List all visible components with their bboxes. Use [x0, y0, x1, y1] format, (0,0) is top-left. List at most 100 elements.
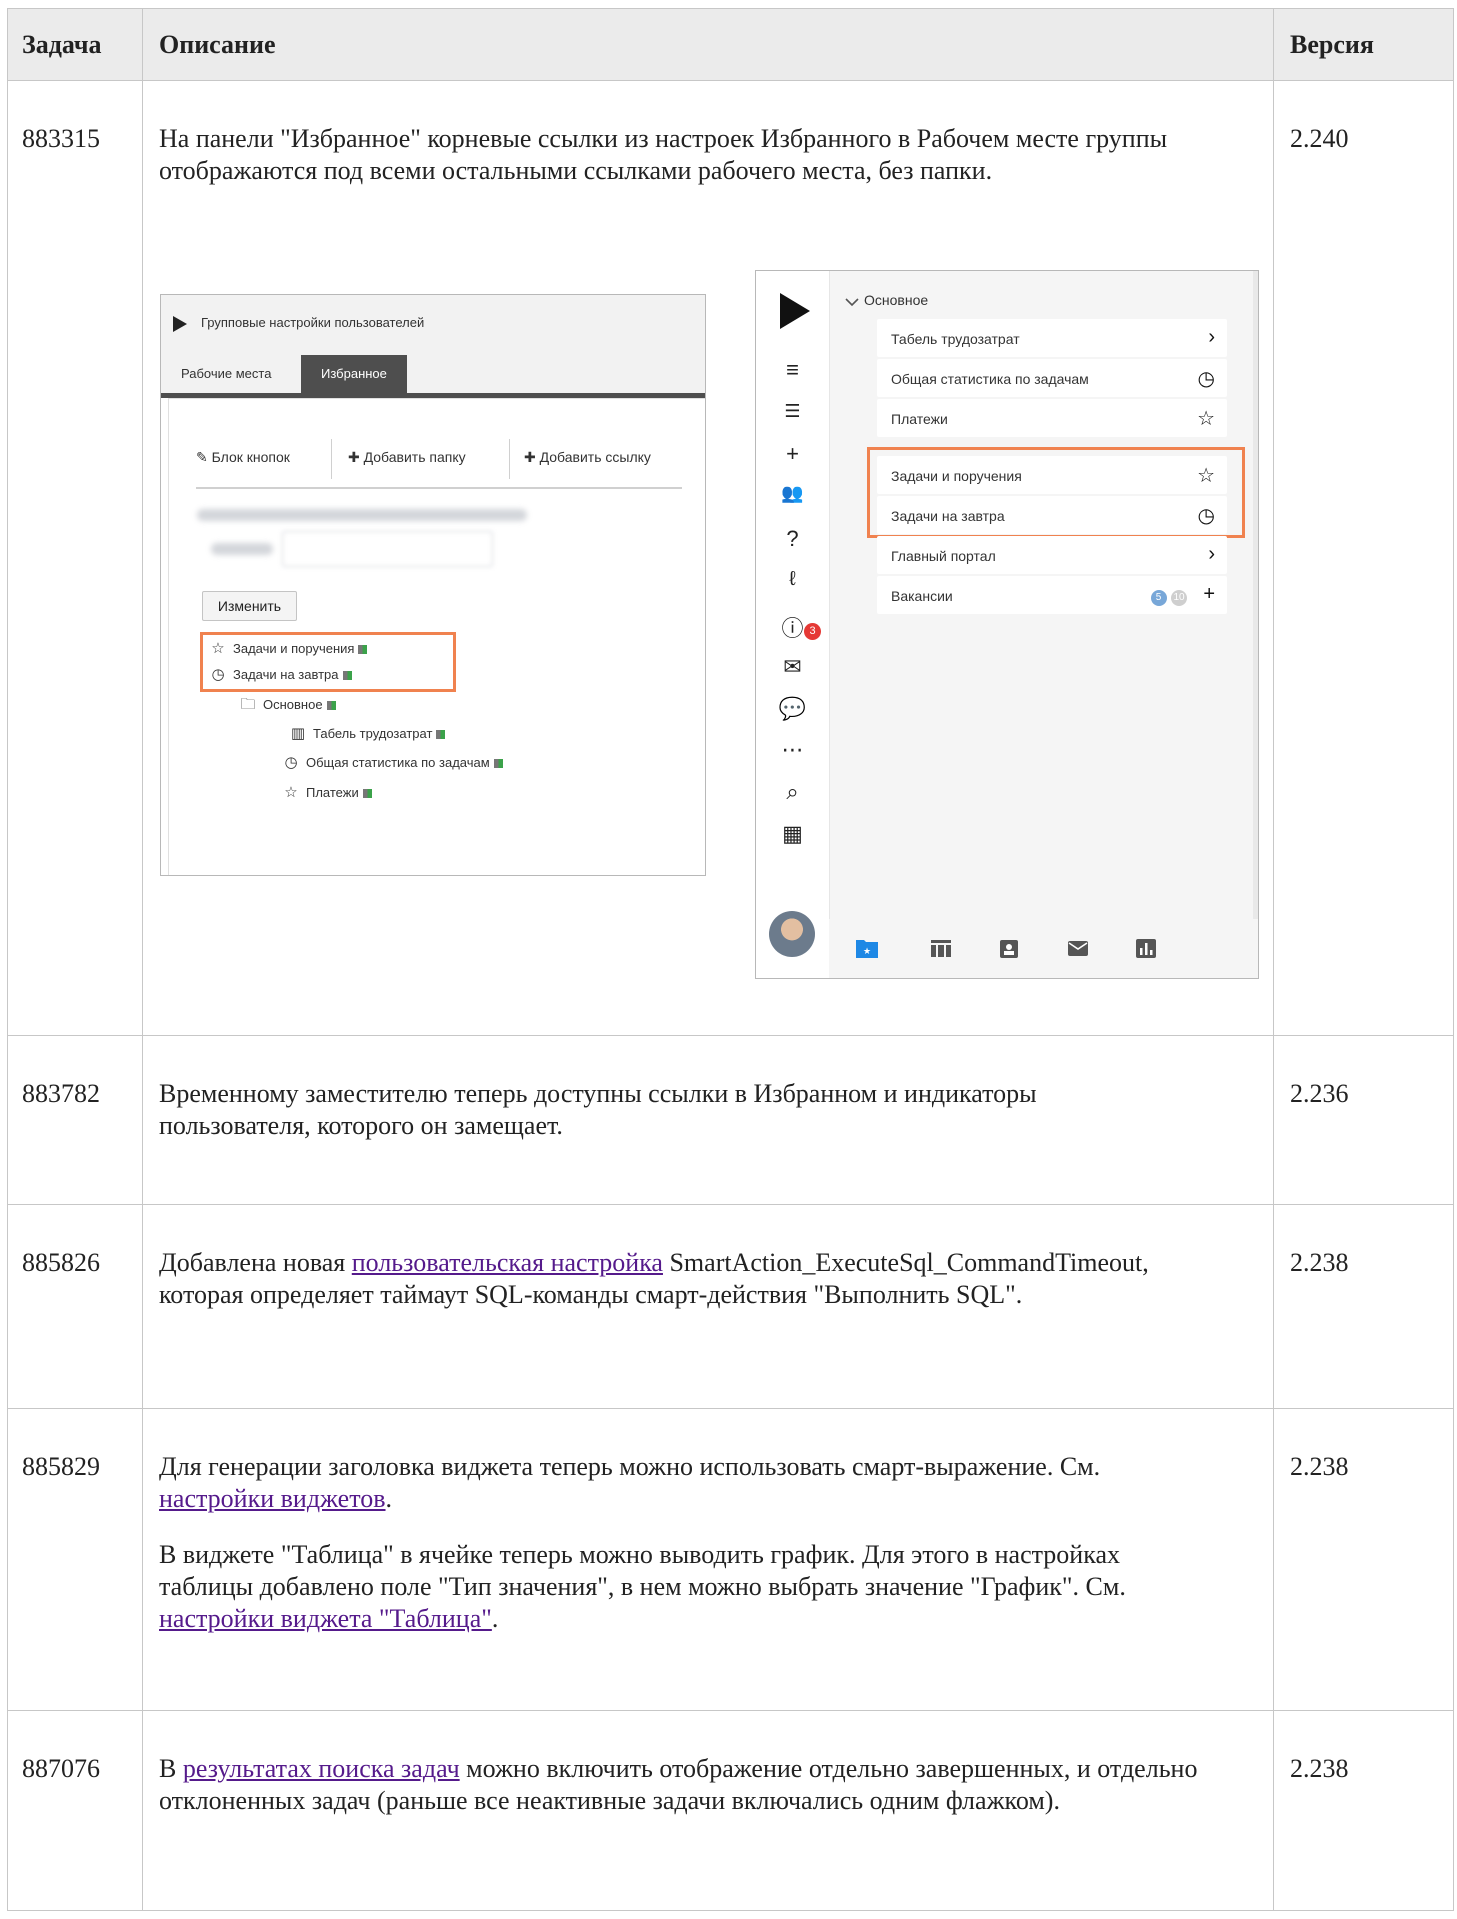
user-setting-link[interactable]: пользовательская настройка [352, 1248, 663, 1277]
mail-icon[interactable]: ✉ [756, 654, 829, 680]
app-logo-icon [780, 293, 810, 329]
table-icon[interactable] [929, 937, 953, 959]
favorite-label: Главный портал [891, 548, 996, 564]
chevron-right-icon: › [1208, 326, 1215, 348]
list-panel-icon[interactable]: ☰ [756, 401, 829, 422]
description-text: Временному заместителю теперь доступны с… [159, 1079, 1037, 1140]
header-row: Задача Описание Версия [7, 8, 1454, 81]
help-icon[interactable]: ? [756, 526, 829, 552]
chart-icon[interactable] [1134, 937, 1158, 959]
menu-icon[interactable]: ≡ [756, 357, 829, 383]
pencil-icon: ✎ [196, 449, 212, 465]
description-cell: Временному заместителю теперь доступны с… [142, 1035, 1274, 1205]
task-id: 885826 [7, 1204, 143, 1409]
table-widget-settings-link[interactable]: настройки виджета "Таблица" [159, 1604, 492, 1633]
tab-favorites[interactable]: Избранное [301, 355, 407, 393]
favorites-folder-icon[interactable]: ★ [855, 937, 879, 959]
description-text: . [385, 1484, 393, 1513]
description-cell: Добавлена новая пользовательская настрой… [142, 1204, 1274, 1409]
mail-icon[interactable] [1066, 937, 1090, 959]
clock-icon: ◷ [284, 754, 298, 771]
favorite-link[interactable]: Вакансии 5 10 + [877, 576, 1227, 614]
clipboard-user-icon[interactable] [997, 937, 1021, 959]
tree-item-label: Основное [263, 697, 323, 712]
plus-icon[interactable]: + [1203, 583, 1215, 606]
table-icon: ▥ [290, 725, 306, 742]
flag-icon [362, 789, 372, 799]
section-title[interactable]: Основное [864, 292, 928, 308]
tab-bar: Рабочие места Избранное [161, 355, 705, 398]
task-id: 883782 [7, 1035, 143, 1205]
header-description: Описание [142, 8, 1274, 81]
counter-badge: 10 [1171, 590, 1187, 606]
highlight-frame [867, 447, 1245, 538]
tree-item-label: Табель трудозатрат [313, 726, 433, 741]
avatar[interactable] [769, 911, 815, 957]
version-cell: 2.238 [1273, 1710, 1454, 1911]
blurred-label [211, 543, 273, 555]
toolbar-label: Добавить папку [363, 449, 466, 465]
window-header: Групповые настройки пользователей [161, 295, 705, 356]
window-title: Групповые настройки пользователей [201, 315, 425, 330]
version-cell: 2.240 [1273, 80, 1454, 1036]
tree-item[interactable]: ▥ Табель трудозатрат [289, 724, 446, 742]
plus-icon: ✚ [524, 449, 540, 465]
svg-text:★: ★ [863, 946, 871, 956]
flag-icon [326, 701, 336, 711]
chat-icon[interactable]: 💬 [756, 696, 829, 722]
calendar-icon[interactable]: ▦ [756, 821, 829, 847]
tree-item[interactable]: 🗀 Основное [239, 694, 336, 719]
version-cell: 2.236 [1273, 1035, 1454, 1205]
tree-item-label: Общая статистика по задачам [306, 755, 490, 770]
description-cell: В результатах поиска задач можно включит… [142, 1710, 1274, 1911]
favorite-link[interactable]: Платежи ☆ [877, 399, 1227, 437]
tree-item[interactable]: ☆ Платежи [282, 783, 372, 801]
star-icon: ☆ [1197, 408, 1215, 430]
task-id: 883315 [7, 80, 143, 1036]
table-row: 885829 Для генерации заголовка виджета т… [7, 1408, 1454, 1711]
highlight-frame [200, 632, 456, 692]
favorite-link[interactable]: Главный портал › [877, 536, 1227, 574]
favorite-label: Вакансии [891, 588, 953, 604]
header-task: Задача [7, 8, 143, 81]
table-row: 883782 Временному заместителю теперь дос… [7, 1035, 1454, 1205]
toolbar: ✎ Блок кнопок ✚ Добавить папку ✚ Добавит… [196, 439, 682, 489]
favorite-link[interactable]: Табель трудозатрат › [877, 319, 1227, 357]
button-block-button[interactable]: ✎ Блок кнопок [196, 449, 290, 466]
scrollbar[interactable] [1253, 271, 1258, 978]
widget-settings-link[interactable]: настройки виджетов [159, 1484, 386, 1513]
toolbar-label: Блок кнопок [211, 449, 290, 465]
flag-icon [493, 759, 503, 769]
version-cell: 2.238 [1273, 1408, 1454, 1711]
folder-icon: 🗀 [240, 696, 256, 713]
chevron-right-icon: › [1208, 543, 1215, 565]
chevron-down-icon[interactable] [845, 298, 859, 308]
search-icon[interactable]: ⌕ [756, 779, 829, 805]
star-icon: ☆ [284, 784, 298, 801]
flag-icon [436, 730, 446, 740]
blurred-select [282, 531, 493, 567]
clock-icon: ◷ [1197, 368, 1215, 390]
plus-icon: ✚ [348, 449, 364, 465]
change-button[interactable]: Изменить [202, 591, 297, 621]
tree-item[interactable]: ◷ Общая статистика по задачам [282, 753, 503, 771]
description-text: На панели "Избранное" корневые ссылки из… [159, 124, 1168, 185]
favorite-label: Платежи [891, 411, 948, 427]
users-icon[interactable]: 👥 [756, 483, 829, 504]
signature-icon[interactable]: ℓ [756, 568, 829, 591]
favorite-label: Табель трудозатрат [891, 331, 1020, 347]
plus-icon[interactable]: + [756, 441, 829, 467]
version-cell: 2.238 [1273, 1204, 1454, 1409]
favorite-link[interactable]: Общая статистика по задачам ◷ [877, 359, 1227, 397]
add-folder-button[interactable]: ✚ Добавить папку [348, 449, 466, 466]
task-id: 885829 [7, 1408, 143, 1711]
more-icon[interactable]: ⋯ [756, 737, 829, 763]
toolbar-label: Добавить ссылку [539, 449, 651, 465]
divider [331, 439, 332, 479]
icon-rail: ≡ ☰ + 👥 ? ℓ ⓘ 3 ✉ 💬 ⋯ ⌕ ▦ [756, 271, 830, 978]
tab-workplaces[interactable]: Рабочие места [161, 355, 291, 393]
description-text: Для генерации заголовка виджета теперь м… [159, 1452, 1101, 1481]
add-link-button[interactable]: ✚ Добавить ссылку [524, 449, 651, 466]
favorites-panel-screenshot: ≡ ☰ + 👥 ? ℓ ⓘ 3 ✉ 💬 ⋯ ⌕ ▦ Основное Табел… [755, 270, 1259, 979]
task-search-results-link[interactable]: результатах поиска задач [183, 1754, 460, 1783]
